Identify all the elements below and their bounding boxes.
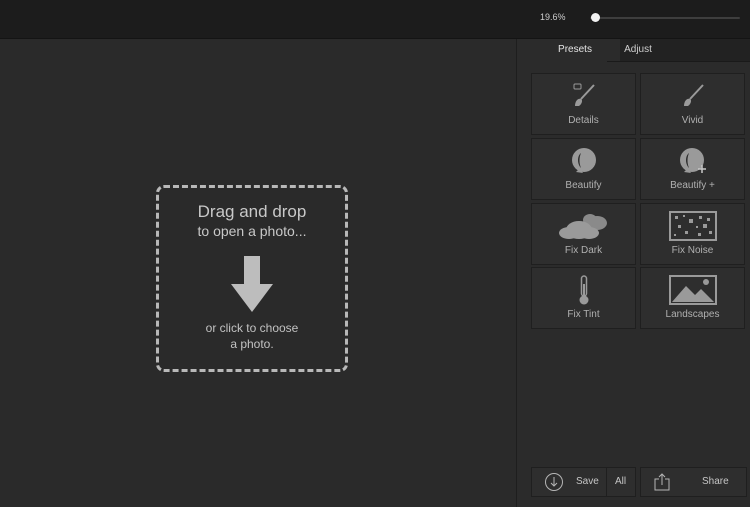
cloud-icon [532, 210, 635, 242]
dropzone-title: Drag and drop [197, 202, 307, 221]
preset-fix-noise[interactable]: Fix Noise [640, 203, 745, 265]
thermometer-icon [532, 274, 635, 306]
tabs-filler [669, 39, 750, 62]
zoom-slider-thumb[interactable] [590, 13, 600, 22]
save-group: Save All [531, 467, 636, 497]
zoom-slider-track[interactable] [590, 17, 740, 19]
dropzone-hint-line2: a photo. [230, 337, 274, 351]
sidebar-tabs: Adjust Presets [517, 39, 750, 62]
preset-label: Fix Noise [671, 245, 714, 256]
download-icon [544, 472, 564, 497]
preset-label: Beautify [565, 180, 602, 191]
landscape-icon [641, 274, 744, 306]
share-button[interactable]: Share [640, 467, 747, 497]
down-arrow-icon [231, 256, 273, 312]
top-bar: 19.6% [0, 0, 750, 39]
preset-fix-tint[interactable]: Fix Tint [531, 267, 636, 329]
preset-beautify[interactable]: Beautify [531, 138, 636, 200]
dropzone-hint-line1: or click to choose [205, 321, 299, 335]
preset-label: Details [568, 115, 599, 126]
dropzone-subtitle: to open a photo... [197, 223, 307, 239]
face-icon [532, 145, 635, 177]
save-label: Save [576, 476, 599, 487]
noise-icon [641, 210, 744, 242]
zoom-level: 19.6% [540, 12, 566, 22]
preset-label: Fix Dark [564, 245, 603, 256]
save-button[interactable]: Save [532, 468, 606, 496]
preset-vivid[interactable]: Vivid [640, 73, 745, 135]
presets-sidebar: Adjust Presets Details Vivid Beautify Be… [516, 39, 750, 507]
preset-label: Fix Tint [567, 309, 600, 320]
dropzone-hint: or click to choose a photo. [159, 320, 345, 352]
preset-label: Beautify + [670, 180, 715, 191]
save-all-button[interactable]: All [607, 468, 635, 496]
preset-fix-dark[interactable]: Fix Dark [531, 203, 636, 265]
photo-dropzone[interactable]: Drag and drop to open a photo... or clic… [156, 185, 348, 372]
brush-icon [532, 80, 635, 112]
preset-beautify-plus[interactable]: Beautify + [640, 138, 745, 200]
action-bar: Save All Share [531, 467, 747, 497]
tab-presets[interactable]: Presets [530, 39, 620, 61]
face-plus-icon [641, 145, 744, 177]
brush-icon [641, 80, 744, 112]
share-icon [654, 473, 670, 496]
preset-label: Landscapes [665, 309, 720, 320]
preset-details[interactable]: Details [531, 73, 636, 135]
preset-label: Vivid [681, 115, 704, 126]
share-label: Share [702, 476, 729, 487]
preset-landscapes[interactable]: Landscapes [640, 267, 745, 329]
save-all-label: All [615, 476, 627, 487]
